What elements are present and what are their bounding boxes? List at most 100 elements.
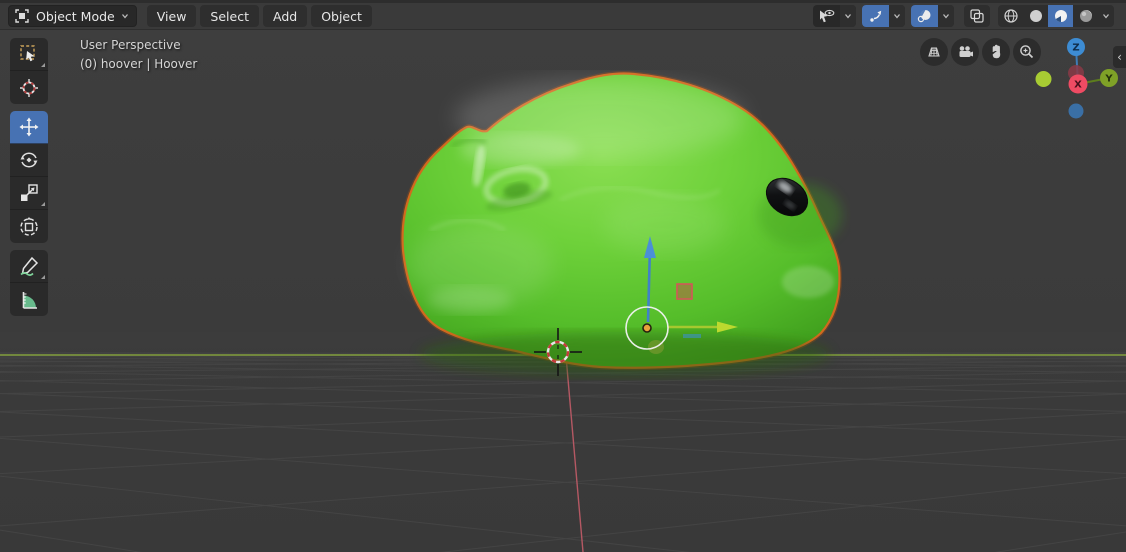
show-overlays-dropdown[interactable] (938, 5, 954, 27)
chevron-down-icon (1103, 14, 1109, 19)
axis-neg-y-ball[interactable] (1035, 71, 1052, 87)
wireframe-icon (1003, 9, 1018, 23)
object-type-visibility-dropdown[interactable] (840, 5, 856, 27)
blender-3d-viewport: Object Mode View Select Add Object User … (0, 0, 1126, 552)
svg-text:Z: Z (1072, 43, 1079, 54)
viewport-background (0, 0, 1126, 552)
show-overlays-toggle[interactable] (911, 5, 938, 27)
tool-select-box[interactable] (10, 38, 48, 71)
toggle-xray-button[interactable] (964, 5, 990, 27)
grid-plane-icon (928, 47, 940, 57)
object-type-visibility-control (813, 5, 856, 27)
show-gizmo-dropdown[interactable] (889, 5, 905, 27)
tool-cursor[interactable] (10, 71, 48, 104)
slime-sheen (782, 266, 834, 298)
cursor-tool-icon (20, 78, 38, 97)
menu-view[interactable]: View (146, 5, 197, 27)
measure-icon (22, 291, 37, 309)
svg-text:X: X (1074, 80, 1082, 91)
shading-rendered-button[interactable] (1073, 5, 1098, 27)
submenu-marker (41, 202, 45, 206)
show-gizmo-control (862, 5, 905, 27)
tool-move[interactable] (10, 111, 48, 144)
tool-rotate[interactable] (10, 144, 48, 177)
viewport-scene[interactable] (0, 0, 1126, 552)
select-box-icon (20, 45, 35, 62)
mode-selector-label: Object Mode (36, 8, 115, 24)
camera-view-button[interactable] (951, 38, 979, 66)
solid-icon (1029, 10, 1042, 22)
slime-bottom-shade (420, 332, 830, 376)
slime-body[interactable] (401, 72, 841, 369)
gizmo-y-arrowhead[interactable] (717, 321, 738, 333)
object-type-visibility-button[interactable] (813, 5, 840, 27)
chevron-down-icon (943, 14, 949, 19)
perspective-label: User Perspective (80, 38, 181, 52)
slime-object[interactable] (400, 71, 842, 376)
xray-icon (970, 9, 984, 23)
active-object-label: (0) hoover | Hoover (80, 57, 198, 71)
axis-y-ball[interactable]: Y (1100, 69, 1118, 87)
annotate-pencil-icon (20, 256, 39, 276)
object-origin[interactable] (642, 323, 652, 333)
menu-add[interactable]: Add (262, 5, 308, 27)
slime-streak (429, 218, 506, 232)
material-preview-icon (1054, 10, 1067, 23)
transform-icon (20, 216, 38, 236)
tool-annotate[interactable] (10, 250, 48, 283)
donut-bump (483, 166, 553, 212)
gizmo-plane-xz[interactable] (676, 283, 693, 300)
chevron-down-icon (845, 14, 851, 19)
chevron-down-icon (894, 14, 900, 19)
menu-select[interactable]: Select (200, 5, 259, 27)
navigation-gizmo[interactable]: Z Y X (1035, 34, 1125, 124)
tool-scale[interactable] (10, 177, 48, 210)
shading-dropdown[interactable] (1098, 5, 1114, 27)
magnifier-plus-icon (1020, 45, 1034, 59)
shading-solid-button[interactable] (1023, 5, 1048, 27)
x-axis-line (565, 355, 584, 552)
axis-x-ball[interactable]: X (1068, 74, 1088, 94)
svg-text:Y: Y (1104, 74, 1113, 85)
show-gizmo-toggle[interactable] (862, 5, 889, 27)
sidebar-toggle[interactable]: ‹ (1113, 46, 1126, 68)
toolbar (10, 38, 48, 323)
gizmo-icon (869, 10, 881, 22)
rendered-icon (1079, 10, 1092, 22)
menu-object[interactable]: Object (311, 5, 372, 27)
slime-right-shade (758, 183, 842, 247)
scale-icon (21, 184, 38, 201)
slime-top-sheen (455, 78, 745, 158)
show-overlays-control (911, 5, 954, 27)
pan-view-button[interactable] (982, 38, 1010, 66)
selection-glow (400, 71, 842, 371)
tool-measure[interactable] (10, 283, 48, 316)
tool-transform[interactable] (10, 210, 48, 243)
submenu-marker (41, 63, 45, 67)
shading-material-preview-button[interactable] (1048, 5, 1073, 27)
axis-neg-z-ball[interactable] (1068, 103, 1084, 119)
move-icon (19, 117, 39, 137)
pebble[interactable] (759, 171, 814, 224)
slime-sheen (460, 134, 580, 166)
horn-highlight (473, 145, 485, 187)
viewport-shading-group (998, 5, 1114, 27)
rotate-icon (20, 152, 38, 168)
move-gizmo[interactable] (625, 236, 738, 354)
camera-icon (959, 46, 973, 57)
orthographic-toggle-button[interactable] (920, 38, 948, 66)
gizmo-free-move-ring[interactable] (625, 306, 669, 350)
slime-sheen (603, 195, 727, 255)
slime-streak (559, 186, 721, 202)
mode-selector-dropdown[interactable]: Object Mode (8, 5, 137, 27)
3d-cursor (534, 328, 582, 376)
submenu-marker (41, 275, 45, 279)
slime-sheen (428, 287, 512, 313)
shading-wireframe-button[interactable] (998, 5, 1023, 27)
gizmo-plane-yz[interactable] (683, 334, 701, 338)
gizmo-z-axis[interactable] (646, 245, 652, 323)
axis-z-ball[interactable]: Z (1067, 38, 1085, 56)
gizmo-z-arrowhead[interactable] (644, 236, 656, 258)
gizmo-x-handle[interactable] (648, 340, 664, 354)
overlays-icon (917, 9, 931, 23)
